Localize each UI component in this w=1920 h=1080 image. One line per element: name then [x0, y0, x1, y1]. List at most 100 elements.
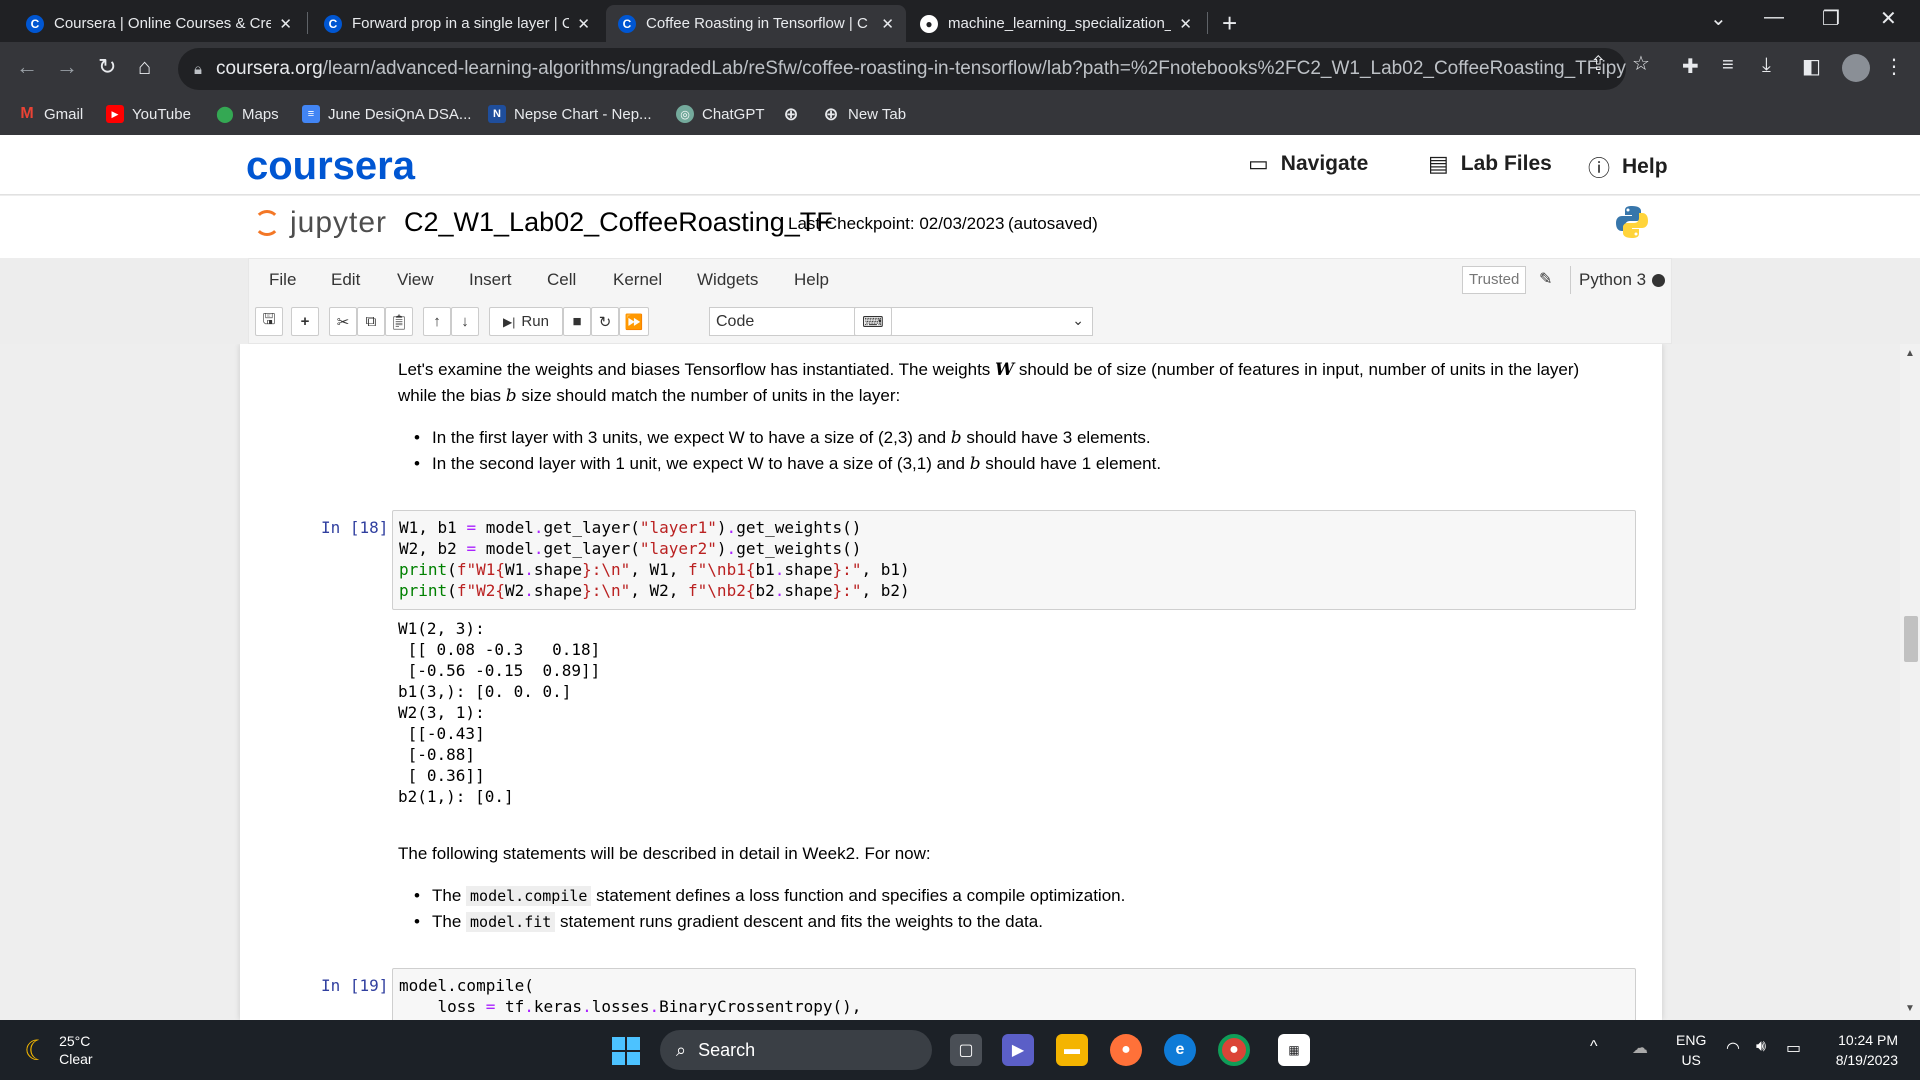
run-button[interactable]: ▶| Run	[489, 307, 563, 336]
help-button[interactable]: ⓘ Help	[1588, 151, 1668, 183]
show-hidden-icons-chevron-icon[interactable]: ^	[1590, 1038, 1598, 1056]
tab-close-icon[interactable]: ✕	[577, 15, 590, 33]
reading-list-icon[interactable]: ≡	[1722, 54, 1734, 77]
notebook-container: Let's examine the weights and biases Ten…	[240, 344, 1662, 1020]
code-cell-18[interactable]: W1, b1 = model.get_layer("layer1").get_w…	[392, 510, 1636, 610]
taskbar-search[interactable]: ⌕ Search	[660, 1030, 932, 1070]
jupyter-header: jupyter C2_W1_Lab02_CoffeeRoasting_TF La…	[0, 196, 1920, 258]
menu-kernel[interactable]: Kernel	[613, 270, 662, 290]
firefox-icon[interactable]: ●	[1110, 1034, 1142, 1066]
tab-search-chevron-icon[interactable]: ⌄	[1710, 6, 1727, 31]
menu-edit[interactable]: Edit	[331, 270, 360, 290]
navigate-button[interactable]: ▭ Navigate	[1248, 151, 1368, 177]
wifi-icon[interactable]: ◠	[1726, 1038, 1740, 1058]
minimize-icon[interactable]: —	[1764, 6, 1784, 29]
notebook-title[interactable]: C2_W1_Lab02_CoffeeRoasting_TF	[404, 207, 833, 238]
home-icon[interactable]: ⌂	[138, 54, 151, 80]
menu-view[interactable]: View	[397, 270, 434, 290]
tab-forward-prop[interactable]: C Forward prop in a single layer | C ✕	[312, 5, 602, 42]
coursera-logo[interactable]: coursera	[246, 144, 415, 189]
cut-scissors-icon[interactable]: ✂	[329, 307, 357, 336]
browser-toolbar: ← → ↻ ⌂ 🔒︎ coursera.org/learn/advanced-l…	[0, 42, 1920, 97]
trusted-badge[interactable]: Trusted	[1462, 266, 1527, 294]
google-docs-icon: ≡	[302, 105, 320, 123]
chrome-menu-icon[interactable]: ⋮	[1884, 54, 1904, 79]
extensions-puzzle-icon[interactable]: ✚	[1682, 54, 1699, 79]
bookmarks-bar: M Gmail ▶ YouTube ⬤ Maps ≡ June DesiQnA …	[0, 97, 1920, 135]
menu-help[interactable]: Help	[794, 270, 829, 290]
scroll-down-arrow-icon[interactable]: ▼	[1905, 1003, 1915, 1014]
forward-arrow-icon[interactable]: →	[56, 54, 78, 80]
bookmark-nepse-chart[interactable]: N Nepse Chart - Nep...	[488, 105, 652, 123]
download-icon[interactable]: ⤓	[1762, 54, 1771, 77]
code-line: W2, b2 = model.get_layer("layer2").get_w…	[399, 539, 862, 558]
chrome-icon[interactable]: ●	[1218, 1034, 1250, 1066]
bookmark-globe[interactable]: ⊕	[782, 104, 808, 124]
file-explorer-icon[interactable]: ▬	[1056, 1034, 1088, 1066]
kernel-name[interactable]: Python 3	[1570, 266, 1654, 294]
teams-chat-icon[interactable]: ▶	[1002, 1034, 1034, 1066]
reload-icon[interactable]: ↻	[98, 54, 116, 80]
bookmark-new-tab[interactable]: ⊕ New Tab	[822, 103, 906, 124]
copy-icon[interactable]: ⧉	[357, 307, 385, 336]
battery-icon[interactable]: ▭	[1786, 1038, 1801, 1058]
share-icon[interactable]: ⇪	[1590, 51, 1607, 76]
github-icon: ●	[920, 14, 938, 33]
volume-icon[interactable]: 🔊︎	[1756, 1038, 1766, 1056]
save-icon[interactable]: 🖫︎	[255, 307, 283, 336]
taskbar-clock[interactable]: 10:24 PM 8/19/2023	[1826, 1030, 1898, 1070]
restart-kernel-icon[interactable]: ↻	[591, 307, 619, 336]
close-window-icon[interactable]: ✕	[1880, 6, 1897, 31]
bookmark-youtube[interactable]: ▶ YouTube	[106, 105, 191, 123]
move-down-arrow-icon[interactable]: ↓	[451, 307, 479, 336]
bookmark-june-desiqna[interactable]: ≡ June DesiQnA DSA...	[302, 105, 471, 123]
tab-close-icon[interactable]: ✕	[881, 15, 894, 33]
back-arrow-icon[interactable]: ←	[16, 54, 38, 80]
bookmark-star-icon[interactable]: ☆	[1632, 51, 1650, 76]
new-tab-plus-icon[interactable]: +	[1222, 8, 1237, 39]
paste-icon[interactable]: 📋︎	[385, 307, 413, 336]
bookmark-maps[interactable]: ⬤ Maps	[216, 105, 279, 124]
profile-avatar[interactable]	[1842, 54, 1870, 82]
command-palette-keyboard-icon[interactable]: ⌨	[854, 307, 892, 336]
url-path: /learn/advanced-learning-algorithms/ungr…	[322, 58, 1626, 79]
coursera-favicon-icon: C	[26, 14, 44, 33]
onedrive-cloud-icon[interactable]: ☁	[1632, 1038, 1648, 1058]
tab-close-icon[interactable]: ✕	[279, 15, 292, 33]
menu-file[interactable]: File	[269, 270, 296, 290]
move-up-arrow-icon[interactable]: ↑	[423, 307, 451, 336]
scrollbar-thumb[interactable]	[1904, 616, 1918, 662]
page-scrollbar[interactable]	[1900, 344, 1920, 1020]
microsoft-store-icon[interactable]: ▦	[1278, 1034, 1310, 1066]
code-cell-19[interactable]: model.compile( loss = tf.keras.losses.Bi…	[392, 968, 1636, 1020]
address-bar[interactable]: 🔒︎ coursera.org/learn/advanced-learning-…	[178, 48, 1626, 90]
cell-type-select[interactable]: Code ⌄	[709, 307, 1093, 336]
jupyter-menubar: File Edit View Insert Cell Kernel Widget…	[248, 258, 1672, 300]
restore-icon[interactable]: ❐	[1822, 6, 1840, 31]
bookmark-chatgpt[interactable]: ◎ ChatGPT	[676, 105, 765, 123]
edge-icon[interactable]: e	[1164, 1034, 1196, 1066]
lab-files-button[interactable]: ▤ Lab Files	[1428, 151, 1552, 177]
tab-close-icon[interactable]: ✕	[1179, 15, 1192, 33]
menu-cell[interactable]: Cell	[547, 270, 576, 290]
interrupt-stop-icon[interactable]: ■	[563, 307, 591, 336]
side-panel-icon[interactable]: ◧	[1802, 54, 1821, 79]
tab-github[interactable]: ● machine_learning_specialization_ ✕	[908, 5, 1204, 42]
insert-cell-plus-icon[interactable]: +	[291, 307, 319, 336]
menu-widgets[interactable]: Widgets	[697, 270, 758, 290]
jupyter-logo[interactable]: jupyter	[254, 206, 387, 240]
jupyter-toolbar: 🖫︎ + ✂ ⧉ 📋︎ ↑ ↓ ▶| Run ■ ↻ ⏩ Code ⌄ ⌨	[248, 300, 1672, 344]
pencil-icon[interactable]: ✎	[1539, 269, 1552, 289]
tab-coursera[interactable]: C Coursera | Online Courses & Crec ✕	[14, 5, 304, 42]
weather-widget[interactable]: ☾ 25°C Clear	[24, 1032, 93, 1068]
bookmark-gmail[interactable]: M Gmail	[18, 105, 83, 123]
input-language[interactable]: ENG US	[1676, 1030, 1706, 1070]
restart-run-all-icon[interactable]: ⏩	[619, 307, 649, 336]
menu-insert[interactable]: Insert	[469, 270, 512, 290]
globe-icon: ⊕	[823, 103, 839, 124]
coursera-header: coursera ▭ Navigate ▤ Lab Files ⓘ Help	[0, 135, 1920, 195]
task-view-icon[interactable]: ▢	[950, 1034, 982, 1066]
windows-start-icon[interactable]	[612, 1037, 640, 1065]
tab-coffee-roasting[interactable]: C Coffee Roasting in Tensorflow | C ✕	[606, 5, 906, 42]
scroll-up-arrow-icon[interactable]: ▲	[1905, 348, 1915, 359]
